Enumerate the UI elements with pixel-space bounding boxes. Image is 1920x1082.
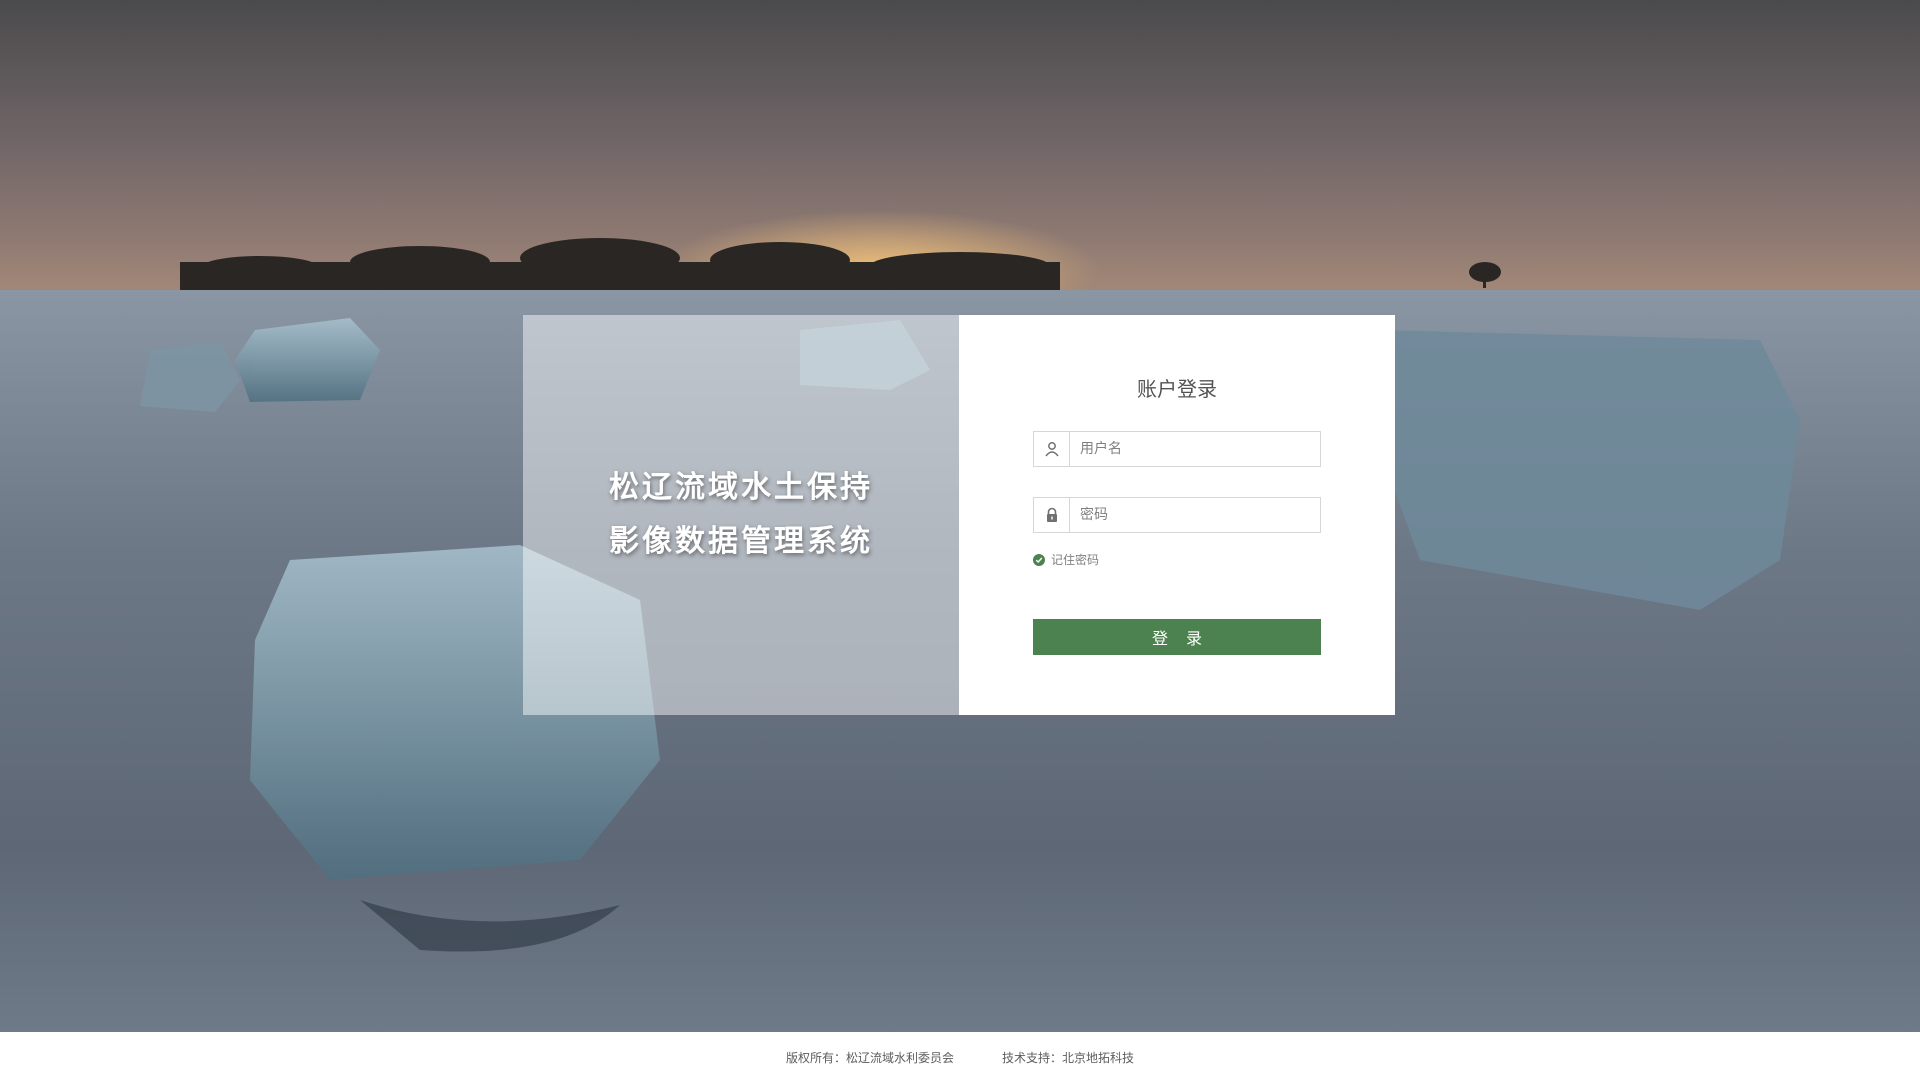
login-button[interactable]: 登录 — [1033, 619, 1321, 655]
user-icon — [1034, 432, 1070, 466]
intro-panel: 松辽流域水土保持 影像数据管理系统 — [523, 315, 959, 715]
login-title: 账户登录 — [1137, 377, 1217, 401]
system-title-line2: 影像数据管理系统 — [609, 524, 873, 559]
username-input[interactable] — [1070, 432, 1320, 466]
password-input[interactable] — [1070, 498, 1320, 532]
remember-password-toggle[interactable]: 记住密码 — [1033, 551, 1099, 568]
system-title-line1: 松辽流域水土保持 — [609, 470, 873, 505]
copyright-text: 版权所有：松辽流域水利委员会 — [785, 1050, 954, 1065]
username-field[interactable] — [1033, 431, 1321, 467]
password-field[interactable] — [1033, 497, 1321, 533]
remember-label: 记住密码 — [1051, 553, 1100, 567]
check-circle-icon[interactable] — [1033, 553, 1045, 566]
tech-support-text: 技术支持：北京地拓科技 — [1002, 1050, 1135, 1065]
login-form: 账户登录 用户名 记住密码 登录 — [959, 315, 1395, 715]
lock-icon — [1034, 498, 1070, 532]
footer: 版权所有：松辽流域水利委员会 技术支持：北京地拓科技 — [0, 1032, 1920, 1082]
login-block: 松辽流域水土保持 影像数据管理系统 账户登录 用户名 记住密码 登录 — [523, 315, 1395, 715]
